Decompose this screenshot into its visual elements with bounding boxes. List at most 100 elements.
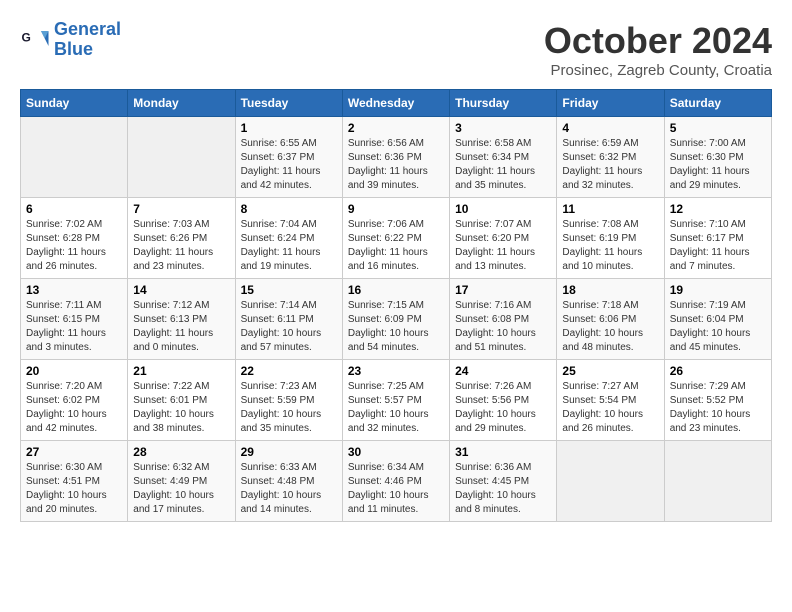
day-number: 23 <box>348 364 444 378</box>
calendar-cell: 25 Sunrise: 7:27 AMSunset: 5:54 PMDayligh… <box>557 360 664 441</box>
svg-text:G: G <box>22 30 31 44</box>
calendar-cell: 21 Sunrise: 7:22 AMSunset: 6:01 PMDayligh… <box>128 360 235 441</box>
calendar-cell: 30 Sunrise: 6:34 AMSunset: 4:46 PMDayligh… <box>342 441 449 522</box>
day-number: 25 <box>562 364 658 378</box>
weekday-header: Friday <box>557 90 664 117</box>
day-number: 13 <box>26 283 122 297</box>
day-number: 1 <box>241 121 337 135</box>
day-info: Sunrise: 6:32 AMSunset: 4:49 PMDaylight:… <box>133 461 229 517</box>
day-info: Sunrise: 7:00 AMSunset: 6:30 PMDaylight:… <box>670 137 766 193</box>
calendar-cell: 8Sunrise: 7:04 AMSunset: 6:24 PMDaylight… <box>235 198 342 279</box>
calendar-cell: 12Sunrise: 7:10 AMSunset: 6:17 PMDayligh… <box>664 198 771 279</box>
calendar-cell: 5 Sunrise: 7:00 AMSunset: 6:30 PMDaylight… <box>664 117 771 198</box>
day-number: 5 <box>670 121 766 135</box>
day-number: 2 <box>348 121 444 135</box>
logo-icon: G <box>20 25 50 55</box>
calendar-cell: 17 Sunrise: 7:16 AMSunset: 6:08 PMDayligh… <box>450 279 557 360</box>
calendar-week-row: 13 Sunrise: 7:11 AMSunset: 6:15 PMDayligh… <box>21 279 772 360</box>
day-number: 8 <box>241 202 337 216</box>
weekday-header: Monday <box>128 90 235 117</box>
day-info: Sunrise: 7:03 AMSunset: 6:26 PMDaylight:… <box>133 218 229 274</box>
day-info: Sunrise: 7:02 AMSunset: 6:28 PMDaylight:… <box>26 218 122 274</box>
day-number: 4 <box>562 121 658 135</box>
calendar-cell: 31 Sunrise: 6:36 AMSunset: 4:45 PMDayligh… <box>450 441 557 522</box>
day-info: Sunrise: 6:30 AMSunset: 4:51 PMDaylight:… <box>26 461 122 517</box>
day-info: Sunrise: 6:55 AMSunset: 6:37 PMDaylight:… <box>241 137 337 193</box>
calendar-cell: 7 Sunrise: 7:03 AMSunset: 6:26 PMDaylight… <box>128 198 235 279</box>
weekday-header: Saturday <box>664 90 771 117</box>
day-info: Sunrise: 7:08 AMSunset: 6:19 PMDaylight:… <box>562 218 658 274</box>
weekday-header-row: SundayMondayTuesdayWednesdayThursdayFrid… <box>21 90 772 117</box>
day-info: Sunrise: 6:33 AMSunset: 4:48 PMDaylight:… <box>241 461 337 517</box>
calendar-cell: 1 Sunrise: 6:55 AMSunset: 6:37 PMDaylight… <box>235 117 342 198</box>
calendar-week-row: 1 Sunrise: 6:55 AMSunset: 6:37 PMDaylight… <box>21 117 772 198</box>
weekday-header: Sunday <box>21 90 128 117</box>
day-info: Sunrise: 7:16 AMSunset: 6:08 PMDaylight:… <box>455 299 551 355</box>
day-info: Sunrise: 7:26 AMSunset: 5:56 PMDaylight:… <box>455 380 551 436</box>
logo-text: General Blue <box>54 20 121 60</box>
page-header: G General Blue October 2024 Prosinec, Za… <box>20 20 772 79</box>
day-info: Sunrise: 7:15 AMSunset: 6:09 PMDaylight:… <box>348 299 444 355</box>
day-info: Sunrise: 6:34 AMSunset: 4:46 PMDaylight:… <box>348 461 444 517</box>
calendar-cell: 2 Sunrise: 6:56 AMSunset: 6:36 PMDaylight… <box>342 117 449 198</box>
calendar-week-row: 27Sunrise: 6:30 AMSunset: 4:51 PMDayligh… <box>21 441 772 522</box>
calendar-cell: 18Sunrise: 7:18 AMSunset: 6:06 PMDayligh… <box>557 279 664 360</box>
day-info: Sunrise: 6:59 AMSunset: 6:32 PMDaylight:… <box>562 137 658 193</box>
calendar-week-row: 6 Sunrise: 7:02 AMSunset: 6:28 PMDaylight… <box>21 198 772 279</box>
calendar-cell: 15Sunrise: 7:14 AMSunset: 6:11 PMDayligh… <box>235 279 342 360</box>
weekday-header: Wednesday <box>342 90 449 117</box>
day-number: 28 <box>133 445 229 459</box>
calendar-cell: 9Sunrise: 7:06 AMSunset: 6:22 PMDaylight… <box>342 198 449 279</box>
calendar-cell: 13 Sunrise: 7:11 AMSunset: 6:15 PMDayligh… <box>21 279 128 360</box>
title-block: October 2024 Prosinec, Zagreb County, Cr… <box>544 20 772 79</box>
day-info: Sunrise: 7:22 AMSunset: 6:01 PMDaylight:… <box>133 380 229 436</box>
calendar-cell: 24 Sunrise: 7:26 AMSunset: 5:56 PMDayligh… <box>450 360 557 441</box>
day-number: 11 <box>562 202 658 216</box>
day-info: Sunrise: 7:06 AMSunset: 6:22 PMDaylight:… <box>348 218 444 274</box>
day-number: 22 <box>241 364 337 378</box>
calendar-cell: 20 Sunrise: 7:20 AMSunset: 6:02 PMDayligh… <box>21 360 128 441</box>
calendar-cell: 10Sunrise: 7:07 AMSunset: 6:20 PMDayligh… <box>450 198 557 279</box>
day-number: 26 <box>670 364 766 378</box>
day-number: 29 <box>241 445 337 459</box>
weekday-header: Tuesday <box>235 90 342 117</box>
calendar-cell <box>21 117 128 198</box>
day-number: 31 <box>455 445 551 459</box>
day-info: Sunrise: 7:25 AMSunset: 5:57 PMDaylight:… <box>348 380 444 436</box>
day-number: 16 <box>348 283 444 297</box>
calendar-cell: 27Sunrise: 6:30 AMSunset: 4:51 PMDayligh… <box>21 441 128 522</box>
day-number: 24 <box>455 364 551 378</box>
logo-line1: General <box>54 19 121 39</box>
day-number: 3 <box>455 121 551 135</box>
day-number: 10 <box>455 202 551 216</box>
day-info: Sunrise: 6:36 AMSunset: 4:45 PMDaylight:… <box>455 461 551 517</box>
day-number: 20 <box>26 364 122 378</box>
day-number: 15 <box>241 283 337 297</box>
day-number: 6 <box>26 202 122 216</box>
day-number: 7 <box>133 202 229 216</box>
logo: G General Blue <box>20 20 121 60</box>
day-number: 17 <box>455 283 551 297</box>
calendar-cell: 28 Sunrise: 6:32 AMSunset: 4:49 PMDayligh… <box>128 441 235 522</box>
day-number: 30 <box>348 445 444 459</box>
calendar-cell: 22 Sunrise: 7:23 AMSunset: 5:59 PMDayligh… <box>235 360 342 441</box>
calendar-cell <box>128 117 235 198</box>
calendar-cell: 14Sunrise: 7:12 AMSunset: 6:13 PMDayligh… <box>128 279 235 360</box>
day-info: Sunrise: 7:20 AMSunset: 6:02 PMDaylight:… <box>26 380 122 436</box>
calendar-cell: 3Sunrise: 6:58 AMSunset: 6:34 PMDaylight… <box>450 117 557 198</box>
calendar-cell: 16 Sunrise: 7:15 AMSunset: 6:09 PMDayligh… <box>342 279 449 360</box>
day-number: 21 <box>133 364 229 378</box>
day-info: Sunrise: 7:19 AMSunset: 6:04 PMDaylight:… <box>670 299 766 355</box>
calendar-table: SundayMondayTuesdayWednesdayThursdayFrid… <box>20 89 772 522</box>
calendar-cell: 26Sunrise: 7:29 AMSunset: 5:52 PMDayligh… <box>664 360 771 441</box>
day-info: Sunrise: 7:11 AMSunset: 6:15 PMDaylight:… <box>26 299 122 355</box>
day-info: Sunrise: 6:56 AMSunset: 6:36 PMDaylight:… <box>348 137 444 193</box>
day-info: Sunrise: 7:27 AMSunset: 5:54 PMDaylight:… <box>562 380 658 436</box>
day-info: Sunrise: 7:10 AMSunset: 6:17 PMDaylight:… <box>670 218 766 274</box>
month-title: October 2024 <box>544 20 772 62</box>
calendar-cell <box>557 441 664 522</box>
calendar-cell: 29 Sunrise: 6:33 AMSunset: 4:48 PMDayligh… <box>235 441 342 522</box>
location-subtitle: Prosinec, Zagreb County, Croatia <box>544 62 772 79</box>
calendar-cell <box>664 441 771 522</box>
day-info: Sunrise: 7:23 AMSunset: 5:59 PMDaylight:… <box>241 380 337 436</box>
